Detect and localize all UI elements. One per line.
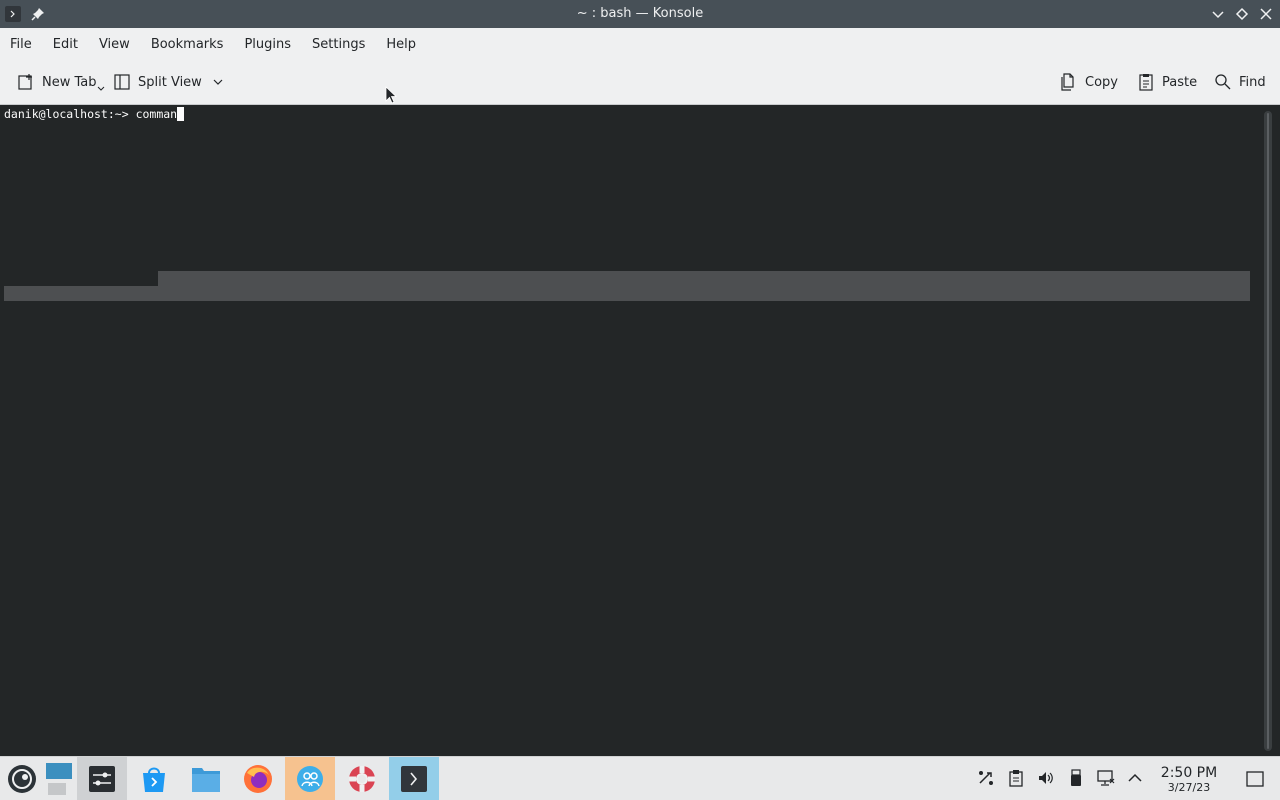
terminal-view[interactable]: danik@localhost:~> comman	[0, 105, 1280, 756]
menu-help[interactable]: Help	[386, 37, 416, 52]
new-tab-icon	[18, 74, 32, 90]
taskbar-community[interactable]	[285, 757, 335, 800]
menu-view[interactable]: View	[99, 37, 130, 52]
usb-device-icon[interactable]	[1067, 769, 1085, 787]
taskbar-system-settings[interactable]	[77, 757, 127, 800]
text-selection	[158, 271, 1250, 286]
new-tab-button[interactable]: New Tab	[16, 70, 111, 94]
menu-plugins[interactable]: Plugins	[244, 37, 291, 52]
menu-edit[interactable]: Edit	[53, 37, 78, 52]
clipboard-icon[interactable]	[1007, 769, 1025, 787]
text-selection	[4, 286, 1250, 301]
volume-icon[interactable]	[1037, 769, 1055, 787]
system-settings-icon	[89, 766, 115, 792]
help-lifebuoy-icon	[349, 766, 375, 792]
menu-file[interactable]: File	[10, 37, 32, 52]
taskbar-konsole[interactable]	[389, 757, 439, 800]
taskbar-software-store[interactable]	[129, 757, 179, 800]
close-icon[interactable]	[1258, 6, 1274, 22]
taskbar-firefox[interactable]	[233, 757, 283, 800]
find-label: Find	[1239, 74, 1266, 90]
desktop-pager-icon	[46, 763, 72, 795]
paste-label: Paste	[1162, 74, 1198, 90]
copy-icon	[1061, 73, 1074, 91]
split-view-label: Split View	[138, 74, 202, 90]
terminal-prompt: danik@localhost:~>	[4, 107, 136, 121]
taskbar-panel: 2:50 PM 3/27/23	[0, 756, 1280, 800]
network-icon[interactable]	[1097, 769, 1115, 787]
konsole-icon	[401, 766, 427, 792]
taskbar-help[interactable]	[337, 757, 387, 800]
chevron-up-icon[interactable]	[1126, 769, 1144, 787]
file-manager-icon	[192, 768, 220, 792]
digital-clock[interactable]: 2:50 PM 3/27/23	[1152, 765, 1226, 794]
scrollbar-handle[interactable]	[1267, 113, 1269, 749]
find-button[interactable]: Find	[1213, 70, 1266, 94]
maximize-icon[interactable]	[1234, 6, 1250, 22]
search-icon	[1215, 74, 1231, 90]
show-desktop-icon[interactable]	[1245, 769, 1265, 789]
menu-bookmarks[interactable]: Bookmarks	[151, 37, 224, 52]
split-view-icon	[114, 74, 130, 90]
new-tab-dropdown-icon	[97, 86, 104, 91]
mouse-pointer-icon	[385, 86, 397, 104]
window-title: ~ : bash — Konsole	[576, 6, 704, 21]
split-view-button[interactable]: Split View	[112, 70, 230, 94]
copy-button[interactable]: Copy	[1059, 70, 1118, 94]
application-launcher-icon	[8, 765, 36, 793]
new-tab-label: New Tab	[42, 74, 97, 90]
terminal-prompt-line: danik@localhost:~> comman	[4, 107, 185, 121]
chevron-down-icon[interactable]	[212, 76, 224, 88]
menu-bar: File Edit View Bookmarks Plugins Setting…	[0, 28, 1280, 60]
paste-icon	[1139, 74, 1153, 91]
terminal-input: comman	[135, 107, 178, 121]
clock-time: 2:50 PM	[1160, 765, 1218, 781]
paste-button[interactable]: Paste	[1136, 70, 1197, 94]
network-share-icon[interactable]	[977, 769, 995, 787]
application-launcher[interactable]	[0, 757, 44, 800]
firefox-icon	[244, 765, 272, 793]
clock-date: 3/27/23	[1167, 781, 1211, 794]
menu-settings[interactable]: Settings	[312, 37, 365, 52]
copy-label: Copy	[1085, 74, 1118, 90]
window-titlebar[interactable]: ~ : bash — Konsole	[0, 0, 1280, 28]
software-store-icon	[143, 767, 165, 792]
minimize-icon[interactable]	[1210, 6, 1226, 22]
text-cursor	[177, 107, 185, 121]
taskbar-file-manager[interactable]	[181, 757, 231, 800]
community-icon	[297, 766, 323, 792]
main-toolbar: New Tab Split View Copy Paste Find	[0, 60, 1280, 105]
desktop-pager[interactable]	[44, 757, 74, 800]
